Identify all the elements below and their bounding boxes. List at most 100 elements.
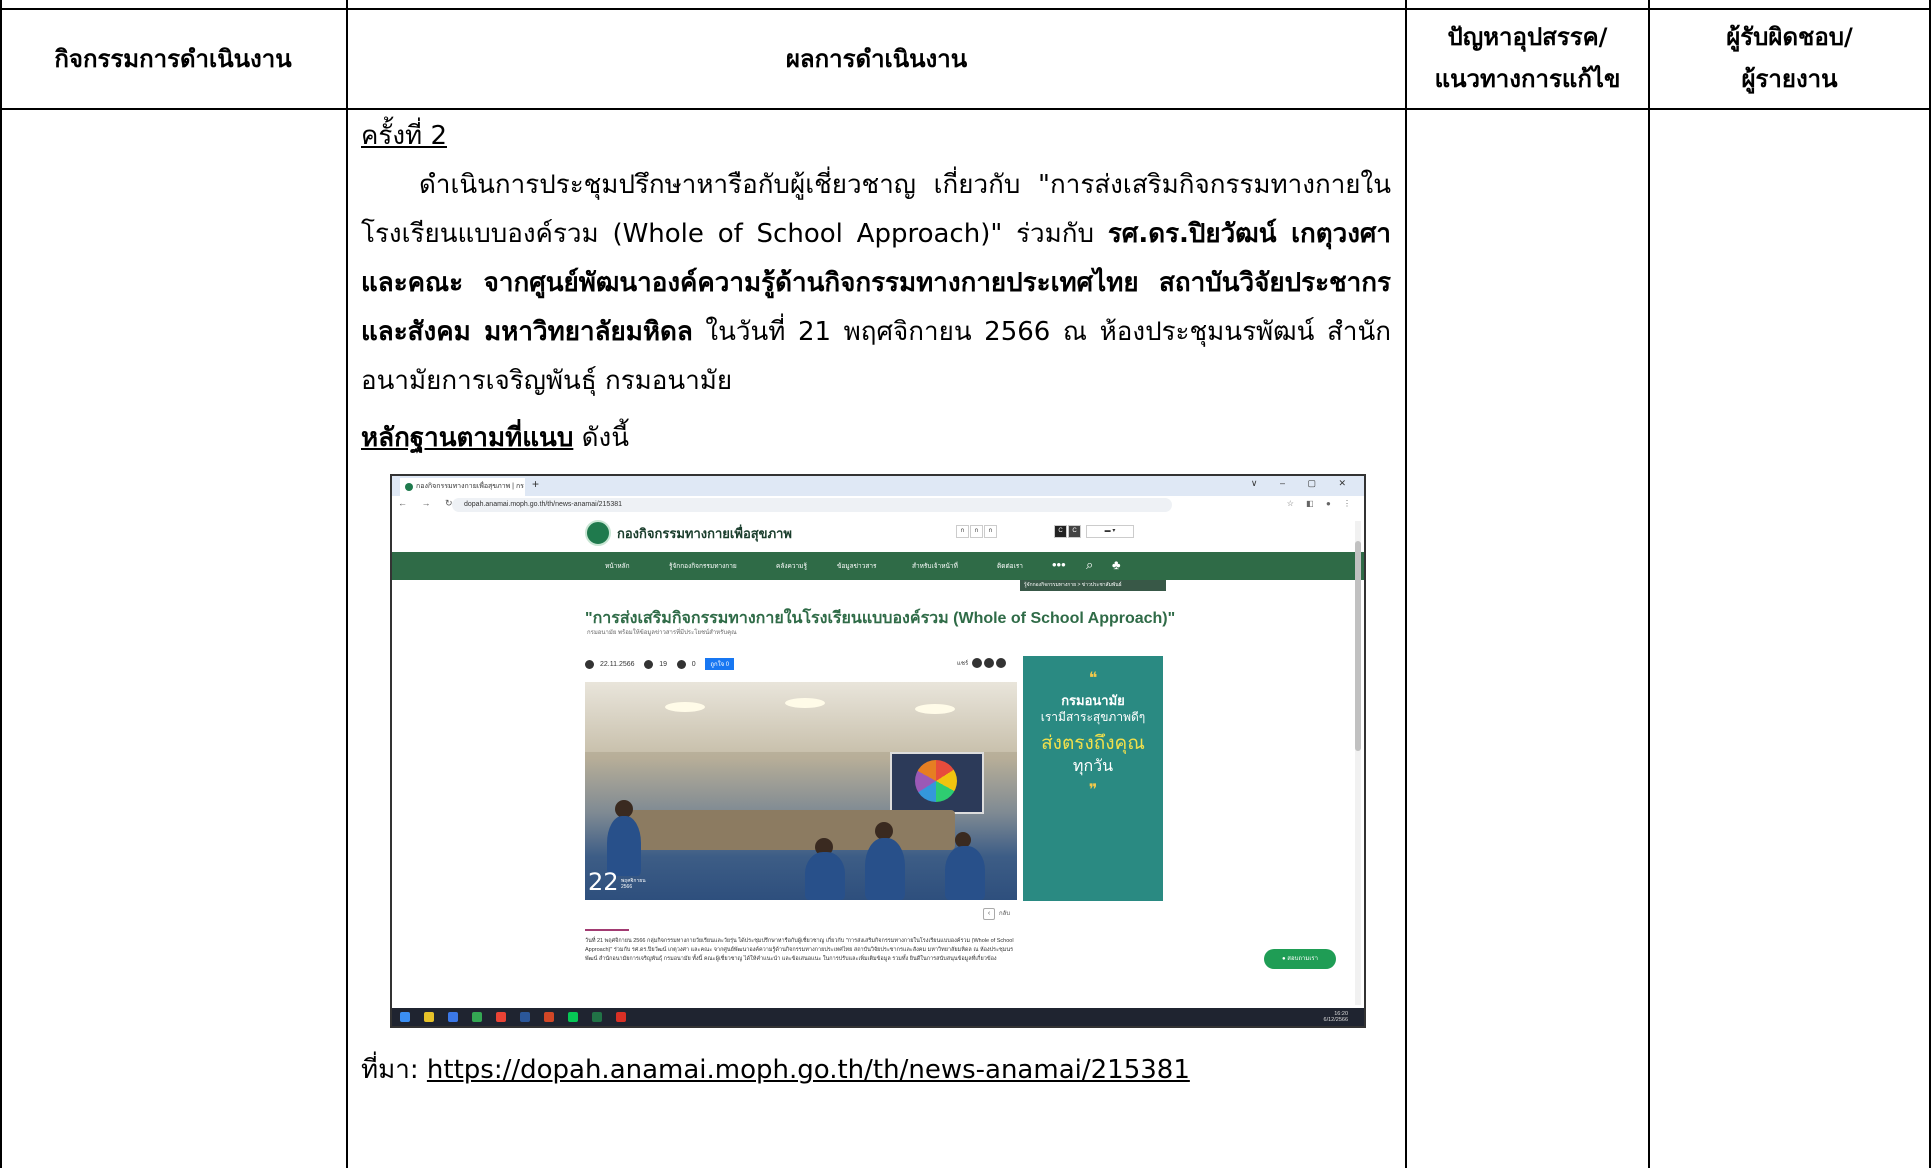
close-quote-icon: ❞: [1088, 782, 1098, 799]
chat-button[interactable]: ● สอบถามเรา: [1264, 949, 1336, 969]
results-paragraph: ดำเนินการประชุมปรึกษาหารือกับผู้เชี่ยวชา…: [361, 161, 1391, 406]
tab-title: กองกิจกรรมทางกายเพื่อสุขภาพ | กร: [416, 483, 524, 490]
photo-lamp: [665, 702, 705, 712]
nav-arrows-icon[interactable]: ← → ↻: [398, 498, 459, 509]
header-problems-line2: แนวทางการแก้ไข: [1434, 65, 1621, 93]
photo-date-day: 22: [588, 868, 619, 896]
photo-diagram-wheel: [915, 760, 957, 802]
meeting-photo: 22 พฤศจิกายน 2566: [585, 682, 1017, 900]
nav-item-knowledge[interactable]: คลังความรู้: [776, 561, 807, 571]
new-tab-icon[interactable]: +: [532, 477, 539, 491]
photo-person: [865, 838, 905, 900]
header-problems-line1: ปัญหาอุปสรรค/: [1447, 23, 1608, 51]
contrast-alt-icon[interactable]: C: [1068, 525, 1081, 538]
url-input[interactable]: dopah.anamai.moph.go.th/th/news-anamai/2…: [452, 498, 1172, 512]
nav-item-about[interactable]: รู้จักกองกิจกรรมทางกาย: [669, 561, 737, 571]
header-responsible-line2: ผู้รายงาน: [1741, 65, 1838, 93]
table-left-border: [0, 0, 2, 1168]
chat-icon: ●: [1282, 956, 1286, 962]
back-label: กลับ: [999, 911, 1011, 917]
browser-app-icon[interactable]: [448, 1012, 458, 1022]
header-responsible: ผู้รับผิดชอบ/ ผู้รายงาน: [1650, 16, 1929, 100]
photo-ceiling: [585, 682, 1017, 752]
breadcrumb[interactable]: รู้จักกองกิจกรรมทางกาย > ข่าวประชาสัมพัน…: [1020, 580, 1166, 591]
evidence-line: หลักฐานตามที่แนบ ดังนี้: [361, 414, 1391, 463]
nav-item-home[interactable]: หน้าหลัก: [605, 561, 630, 571]
clock-icon: [585, 659, 594, 669]
powerpoint-icon[interactable]: [544, 1012, 554, 1022]
extension-icons[interactable]: ☆ ◧ ● ⋮: [1287, 499, 1356, 508]
site-header: กองกิจกรรมทางกายเพื่อสุขภาพ ก ก ก C C ▬ …: [392, 514, 1364, 552]
source-label: ที่มา:: [361, 1055, 427, 1085]
col-divider-1: [346, 0, 348, 1168]
twitter-share-icon[interactable]: [983, 658, 994, 669]
photo-date-monthyear: พฤศจิกายน 2566: [621, 878, 646, 890]
share-label: แชร์: [957, 661, 969, 667]
article-headline-text: การส่งเสริมกิจกรรมทางกายในโรงเรียนแบบองค…: [592, 610, 1176, 627]
photo-date-year: 2566: [621, 884, 633, 890]
font-large-icon[interactable]: ก: [984, 525, 997, 538]
comments-icon: [676, 659, 686, 669]
like-button[interactable]: ถูกใจ 0: [705, 658, 735, 670]
open-quote-icon: ❝: [1088, 670, 1098, 687]
chrome-icon[interactable]: [472, 1012, 482, 1022]
file-explorer-icon[interactable]: [424, 1012, 434, 1022]
nav-item-news[interactable]: ข้อมูลข่าวสาร: [837, 561, 876, 571]
article-subline: กรมอนามัย พร้อมให้ข้อมูลข่าวสารที่มีประโ…: [587, 630, 737, 636]
nav-item-staff[interactable]: สำหรับเจ้าหน้าที่: [912, 561, 958, 571]
session-label: ครั้งที่ 2: [361, 121, 447, 151]
font-small-icon[interactable]: ก: [956, 525, 969, 538]
pdf-icon[interactable]: [616, 1012, 626, 1022]
promo-line2: เรามีสาระสุขภาพดีๆ: [1040, 710, 1146, 724]
back-button[interactable]: ‹ กลับ: [983, 908, 1010, 920]
table-top-border: [0, 8, 1931, 10]
taskbar-clock[interactable]: 16:20 6/12/2566: [1324, 1011, 1348, 1023]
start-icon[interactable]: [400, 1012, 410, 1022]
word-icon[interactable]: [520, 1012, 530, 1022]
source-link[interactable]: https://dopah.anamai.moph.go.th/th/news-…: [427, 1055, 1190, 1085]
chat-label: สอบถามเรา: [1287, 956, 1318, 962]
nav-item-contact[interactable]: ติดต่อเรา: [997, 561, 1023, 571]
department-logo-icon: [585, 520, 611, 546]
photo-person: [945, 846, 985, 900]
address-bar-row: ← → ↻ dopah.anamai.moph.go.th/th/news-an…: [392, 496, 1364, 515]
article-divider: [585, 929, 629, 931]
photo-person: [607, 816, 641, 876]
line-app-icon[interactable]: [568, 1012, 578, 1022]
facebook-share-icon[interactable]: [971, 658, 982, 669]
chrome-alt-icon[interactable]: [496, 1012, 506, 1022]
evidence-screenshot: กองกิจกรรมทางกายเพื่อสุขภาพ | กร + ∨ – ▢…: [390, 474, 1366, 1028]
results-body: ครั้งที่ 2 ดำเนินการประชุมปรึกษาหารือกับ…: [361, 112, 1391, 463]
promo-line4: ทุกวัน: [1072, 758, 1114, 775]
site-name: กองกิจกรรมทางกายเพื่อสุขภาพ: [617, 526, 793, 541]
font-medium-icon[interactable]: ก: [970, 525, 983, 538]
favicon-icon: [405, 483, 413, 491]
source-line: ที่มา: https://dopah.anamai.moph.go.th/t…: [361, 1050, 1190, 1090]
browser-tab-bar: กองกิจกรรมทางกายเพื่อสุขภาพ | กร + ∨ – ▢…: [392, 476, 1364, 496]
article-meta: 22.11.2566 19 0 ถูกใจ 0: [585, 658, 735, 670]
page-scrollbar[interactable]: [1355, 521, 1361, 1005]
window-controls[interactable]: ∨ – ▢ ✕: [1251, 478, 1356, 489]
sitemap-icon[interactable]: ♣: [1112, 557, 1121, 572]
photo-meeting-table: [625, 810, 955, 850]
header-activity: กิจกรรมการดำเนินงาน: [54, 45, 292, 73]
os-taskbar: 16:20 6/12/2566: [392, 1008, 1364, 1026]
browser-tab[interactable]: กองกิจกรรมทางกายเพื่อสุขภาพ | กร: [400, 478, 525, 496]
scrollbar-thumb[interactable]: [1355, 541, 1361, 751]
language-select[interactable]: ▬ ▾: [1086, 525, 1134, 538]
line-share-icon[interactable]: [995, 658, 1006, 669]
photo-person: [805, 852, 845, 900]
contrast-dark-icon[interactable]: C: [1054, 525, 1067, 538]
more-icon[interactable]: •••: [1052, 557, 1066, 572]
article-body: วันที่ 21 พฤศจิกายน 2566 กลุ่มกิจกรรมทาง…: [585, 938, 1014, 962]
table-header-border: [0, 108, 1931, 110]
search-icon[interactable]: ⌕: [1086, 557, 1093, 573]
chevron-left-icon: ‹: [983, 908, 995, 920]
photo-lamp: [915, 704, 955, 714]
views-icon: [644, 659, 654, 669]
header-responsible-line1: ผู้รับผิดชอบ/: [1726, 23, 1853, 51]
header-results: ผลการดำเนินงาน: [785, 45, 968, 73]
view-count: 19: [659, 660, 668, 668]
promo-quote-box: ❝ กรมอนามัย เรามีสาระสุขภาพดีๆ ส่งตรงถึง…: [1023, 656, 1163, 901]
excel-icon[interactable]: [592, 1012, 602, 1022]
